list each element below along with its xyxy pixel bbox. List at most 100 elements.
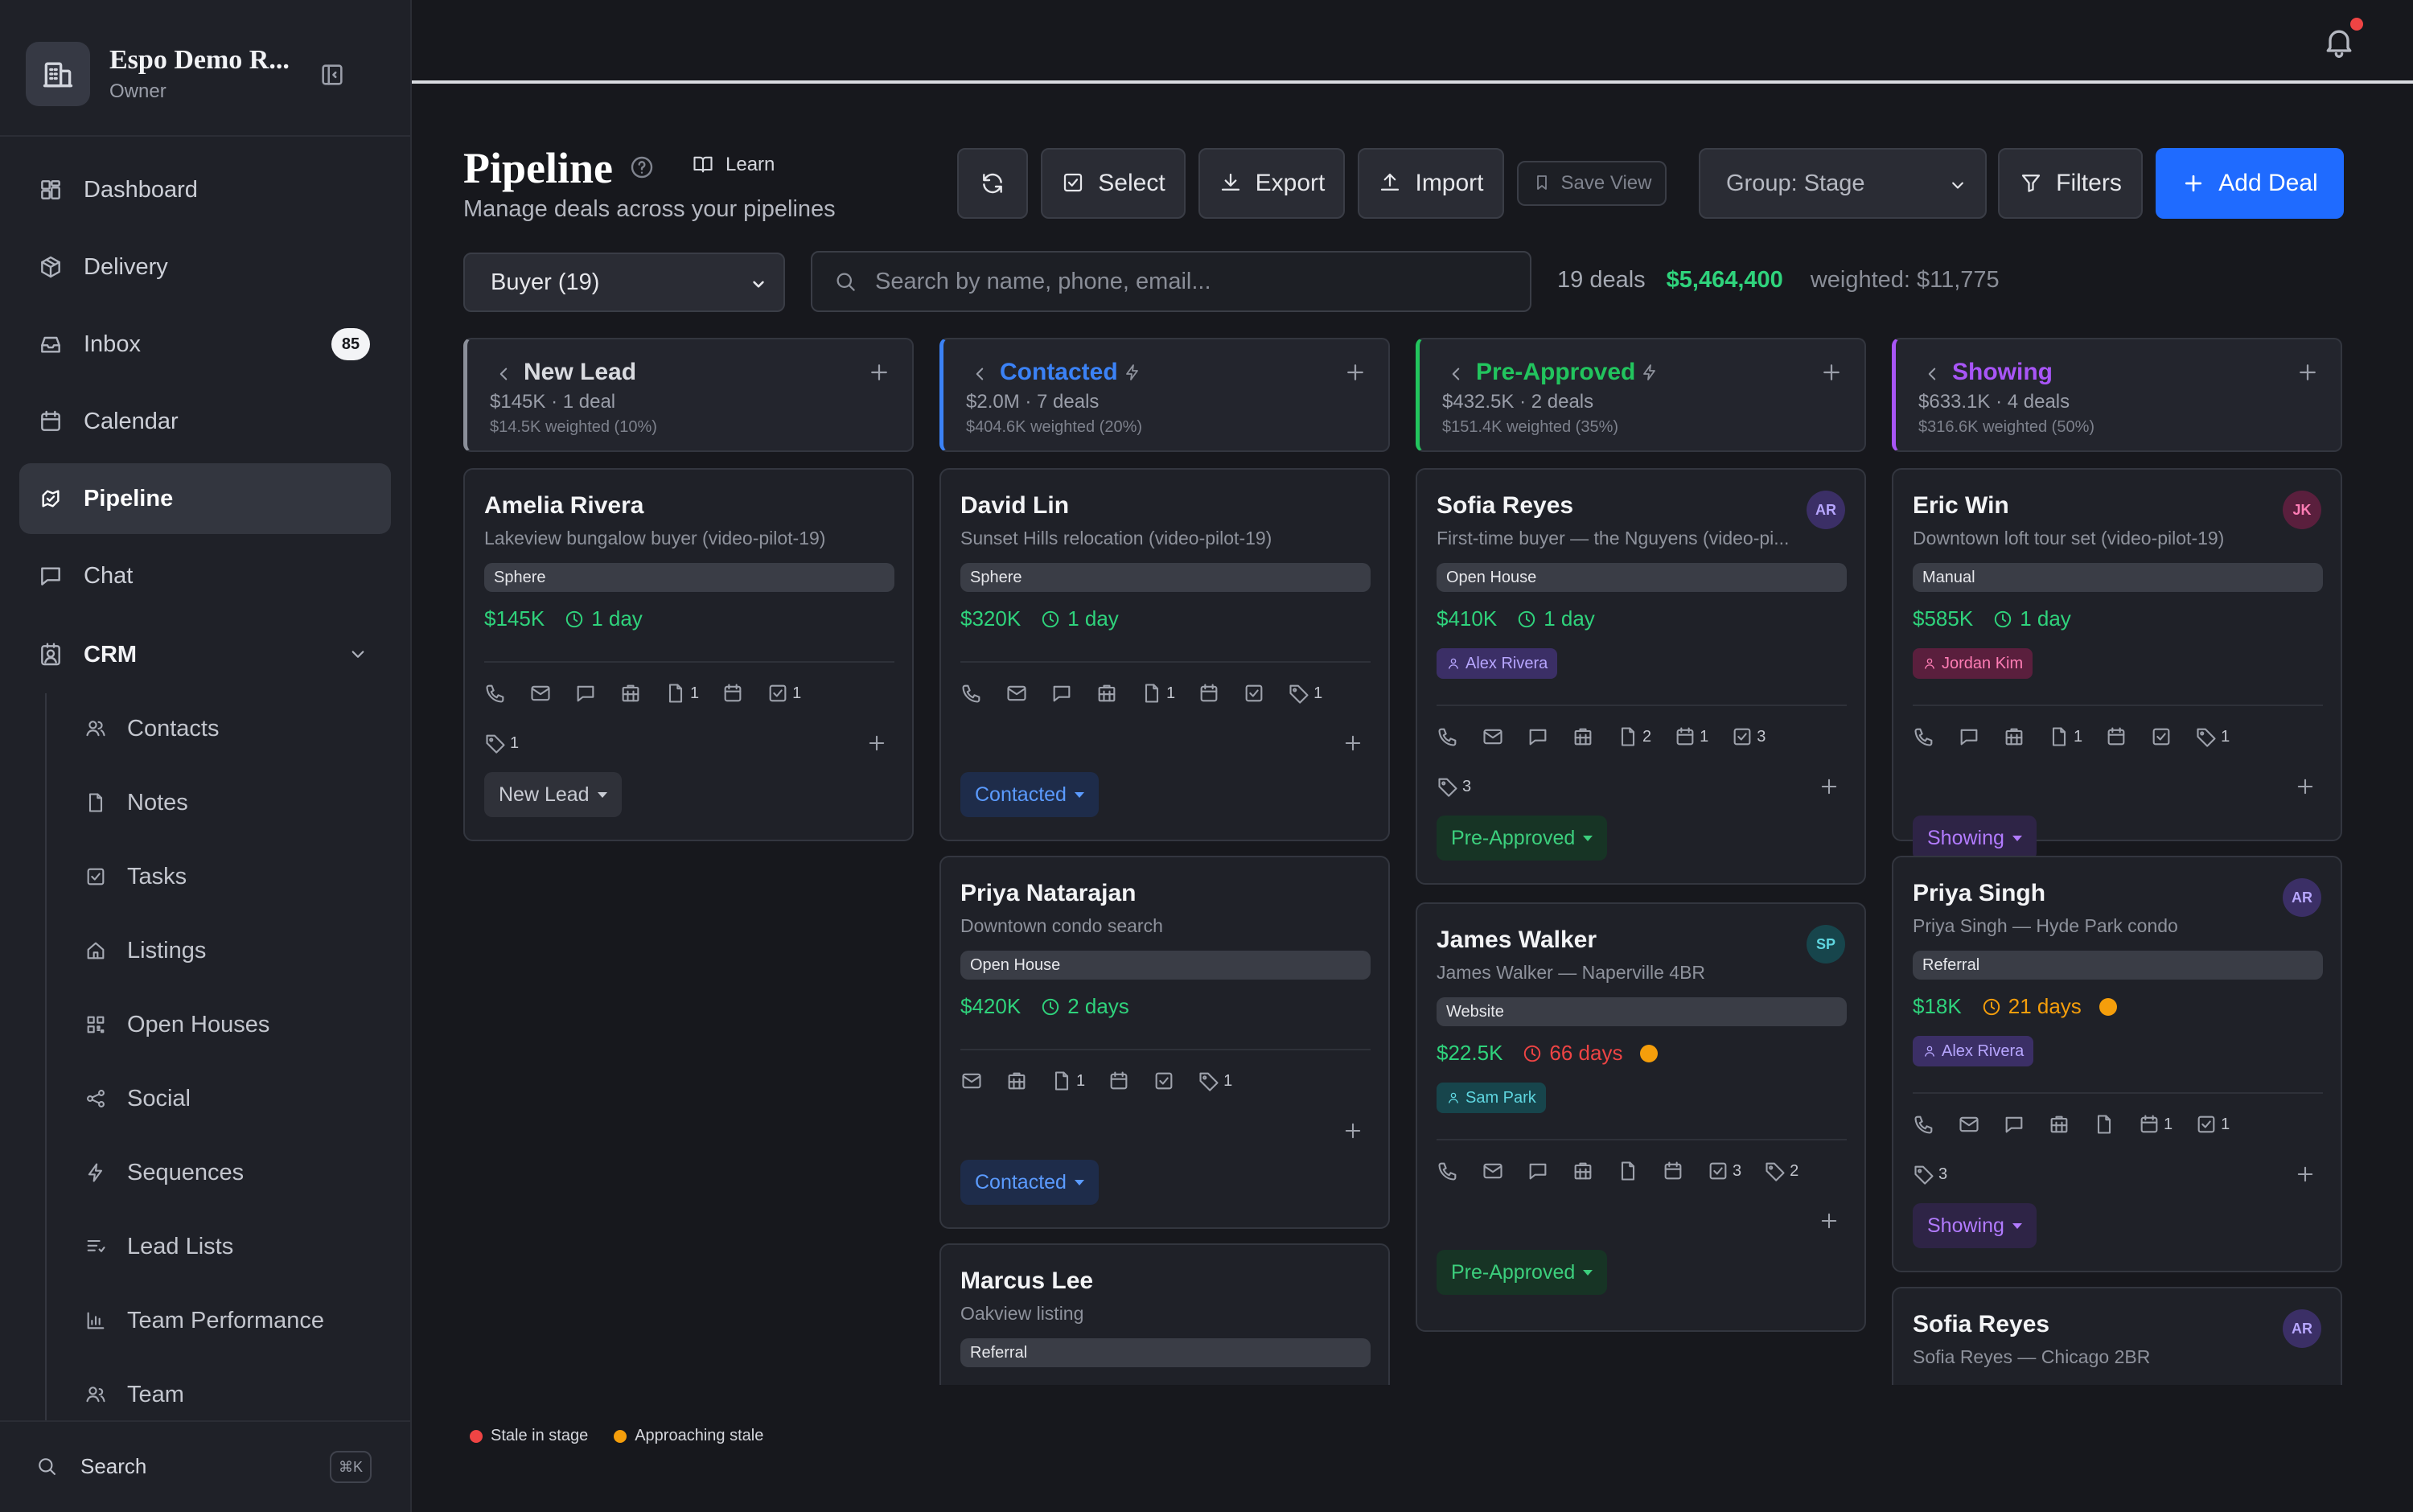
chevron-left-icon[interactable] bbox=[1445, 364, 1466, 384]
refresh-button[interactable] bbox=[957, 148, 1028, 219]
deal-card[interactable]: David Lin Sunset Hills relocation (video-… bbox=[939, 468, 1390, 841]
mail-action[interactable] bbox=[1482, 1160, 1504, 1182]
stage-dropdown[interactable]: New Lead bbox=[484, 772, 622, 817]
deal-card[interactable]: Eric Win Downtown loft tour set (video-pi… bbox=[1892, 468, 2342, 861]
tag-action[interactable]: 1 bbox=[2195, 725, 2230, 748]
calendar-action[interactable]: 1 bbox=[1674, 725, 1708, 748]
bell-icon[interactable] bbox=[2321, 24, 2357, 60]
calendar-action[interactable] bbox=[721, 682, 744, 705]
add-activity-plus-icon[interactable] bbox=[1818, 775, 1840, 798]
add-activity-plus-icon[interactable] bbox=[865, 732, 888, 754]
learn-button[interactable]: Learn bbox=[692, 153, 775, 177]
sidebar-item-contacts[interactable]: Contacts bbox=[66, 700, 388, 758]
calendar-action[interactable] bbox=[1198, 682, 1220, 705]
import-button[interactable]: Import bbox=[1358, 148, 1504, 219]
checkbox-action[interactable] bbox=[1243, 682, 1265, 705]
add-activity-plus-icon[interactable] bbox=[1342, 732, 1364, 754]
phone-action[interactable] bbox=[960, 682, 983, 705]
building-action[interactable] bbox=[1005, 1070, 1028, 1092]
stage-dropdown[interactable]: Contacted bbox=[960, 772, 1099, 817]
phone-action[interactable] bbox=[1437, 1160, 1459, 1182]
add-activity-plus-icon[interactable] bbox=[1818, 1210, 1840, 1232]
stage-dropdown[interactable]: Pre-Approved bbox=[1437, 1250, 1608, 1295]
building-action[interactable] bbox=[2048, 1113, 2070, 1136]
search-input[interactable] bbox=[875, 268, 1502, 295]
tag-action[interactable]: 3 bbox=[1437, 775, 1471, 798]
add-activity-plus-icon[interactable] bbox=[2294, 1163, 2316, 1185]
save-view-button[interactable]: Save View bbox=[1517, 161, 1667, 206]
tag-action[interactable]: 1 bbox=[1288, 682, 1322, 705]
message-action[interactable] bbox=[2003, 1113, 2025, 1136]
group-by-select[interactable]: Group: Stage bbox=[1699, 148, 1987, 219]
add-activity-plus-icon[interactable] bbox=[2294, 775, 2316, 798]
building-action[interactable] bbox=[1572, 1160, 1594, 1182]
deal-card[interactable]: James Walker James Walker — Naperville 4B… bbox=[1416, 902, 1866, 1332]
checkbox-action[interactable] bbox=[1153, 1070, 1175, 1092]
phone-action[interactable] bbox=[1913, 725, 1935, 748]
sidebar-item-team[interactable]: Team bbox=[66, 1366, 388, 1424]
building-action[interactable] bbox=[1572, 725, 1594, 748]
deal-card[interactable]: Amelia Rivera Lakeview bungalow buyer (vi… bbox=[463, 468, 914, 841]
checkbox-action[interactable]: 3 bbox=[1731, 725, 1766, 748]
deal-card[interactable]: Marcus Lee Oakview listing Referral bbox=[939, 1243, 1390, 1385]
stage-dropdown[interactable]: Showing bbox=[1913, 1203, 2037, 1248]
pipeline-select[interactable]: Buyer (19) bbox=[463, 253, 785, 312]
add-card-plus-icon[interactable] bbox=[1819, 360, 1844, 384]
select-button[interactable]: Select bbox=[1041, 148, 1186, 219]
sidebar-item-notes[interactable]: Notes bbox=[66, 774, 388, 832]
add-deal-button[interactable]: Add Deal bbox=[2156, 148, 2344, 219]
calendar-action[interactable] bbox=[1108, 1070, 1130, 1092]
help-icon[interactable] bbox=[629, 154, 655, 180]
add-card-plus-icon[interactable] bbox=[867, 360, 891, 384]
sidebar-item-listings[interactable]: Listings bbox=[66, 922, 388, 980]
sidebar-item-tasks[interactable]: Tasks bbox=[66, 848, 388, 906]
sidebar-item-delivery[interactable]: Delivery bbox=[19, 232, 391, 302]
file-action[interactable]: 1 bbox=[2048, 725, 2082, 748]
mail-action[interactable] bbox=[1958, 1113, 1980, 1136]
stage-dropdown[interactable]: Pre-Approved bbox=[1437, 816, 1608, 861]
calendar-action[interactable] bbox=[1662, 1160, 1684, 1182]
phone-action[interactable] bbox=[484, 682, 507, 705]
deal-card[interactable]: Sofia Reyes First-time buyer — the Nguyen… bbox=[1416, 468, 1866, 885]
search-field[interactable] bbox=[811, 251, 1531, 312]
chevron-left-icon[interactable] bbox=[969, 364, 990, 384]
stage-dropdown[interactable]: Showing bbox=[1913, 816, 2037, 861]
mail-action[interactable] bbox=[1005, 682, 1028, 705]
mail-action[interactable] bbox=[1482, 725, 1504, 748]
workspace-switcher[interactable]: Espo Demo R... Owner bbox=[26, 39, 396, 108]
filters-button[interactable]: Filters bbox=[1998, 148, 2143, 219]
message-action[interactable] bbox=[1527, 1160, 1549, 1182]
building-action[interactable] bbox=[2003, 725, 2025, 748]
message-action[interactable] bbox=[1050, 682, 1073, 705]
sidebar-item-sequences[interactable]: Sequences bbox=[66, 1144, 388, 1202]
file-action[interactable]: 1 bbox=[1050, 1070, 1085, 1092]
message-action[interactable] bbox=[574, 682, 597, 705]
checkbox-action[interactable]: 3 bbox=[1707, 1160, 1741, 1182]
calendar-action[interactable]: 1 bbox=[2138, 1113, 2173, 1136]
sidebar-item-calendar[interactable]: Calendar bbox=[19, 386, 391, 457]
tag-action[interactable]: 2 bbox=[1764, 1160, 1798, 1182]
sidebar-item-open-houses[interactable]: Open Houses bbox=[66, 996, 388, 1054]
message-action[interactable] bbox=[1958, 725, 1980, 748]
stage-dropdown[interactable]: Contacted bbox=[960, 1160, 1099, 1205]
sidebar-item-pipeline[interactable]: Pipeline bbox=[19, 463, 391, 534]
deal-card[interactable]: Priya Singh Priya Singh — Hyde Park condo… bbox=[1892, 856, 2342, 1272]
tag-action[interactable]: 3 bbox=[1913, 1163, 1947, 1185]
sidebar-item-lead-lists[interactable]: Lead Lists bbox=[66, 1218, 388, 1276]
phone-action[interactable] bbox=[1437, 725, 1459, 748]
phone-action[interactable] bbox=[1913, 1113, 1935, 1136]
file-action[interactable] bbox=[1617, 1160, 1639, 1182]
deal-card[interactable]: Priya Natarajan Downtown condo search Open… bbox=[939, 856, 1390, 1229]
checkbox-action[interactable] bbox=[2150, 725, 2173, 748]
mail-action[interactable] bbox=[529, 682, 552, 705]
deal-card[interactable]: Sofia Reyes Sofia Reyes — Chicago 2BR AR bbox=[1892, 1287, 2342, 1385]
chevron-left-icon[interactable] bbox=[1922, 364, 1942, 384]
building-action[interactable] bbox=[619, 682, 642, 705]
chevron-left-icon[interactable] bbox=[493, 364, 514, 384]
file-action[interactable]: 2 bbox=[1617, 725, 1651, 748]
add-card-plus-icon[interactable] bbox=[1343, 360, 1367, 384]
sidebar-collapse-icon[interactable] bbox=[319, 61, 346, 88]
sidebar-search[interactable]: Search bbox=[35, 1454, 146, 1479]
file-action[interactable] bbox=[2093, 1113, 2115, 1136]
tag-action[interactable]: 1 bbox=[484, 732, 519, 754]
